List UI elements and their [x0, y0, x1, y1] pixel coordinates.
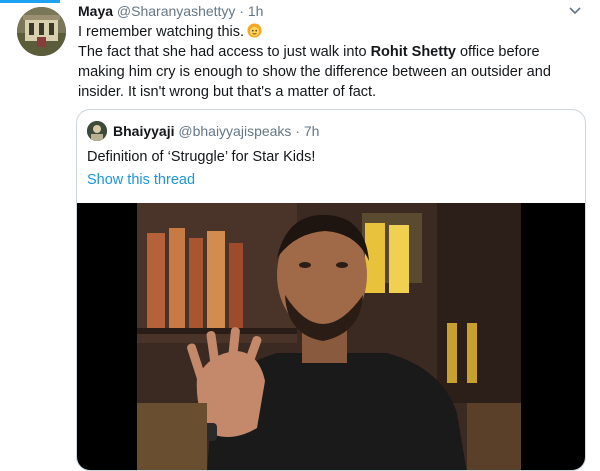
- author-name[interactable]: Maya: [78, 3, 113, 19]
- tweet-text: I remember watching this. The fact that …: [78, 22, 583, 102]
- emoji-icon: [247, 23, 262, 38]
- tweet-header: Maya @Sharanyashettyy · 1h: [78, 2, 583, 21]
- separator: ·: [239, 3, 244, 19]
- mention-bold: Rohit Shetty: [370, 44, 456, 60]
- quoted-avatar[interactable]: [87, 121, 107, 141]
- video-player[interactable]: [77, 203, 585, 470]
- quoted-tweet-text: Definition of ‘Struggle’ for Star Kids!: [87, 149, 316, 165]
- tweet-line-1: I remember watching this.: [78, 24, 245, 40]
- quoted-author-name[interactable]: Bhaiyyaji: [113, 123, 174, 139]
- tweet-text-part-1: The fact that she had access to just wal…: [78, 44, 371, 60]
- video-still-image: [137, 203, 521, 470]
- tweet-time[interactable]: 1h: [248, 3, 264, 19]
- tweet-paragraph: The fact that she had access to just wal…: [78, 42, 583, 102]
- quoted-tweet-card[interactable]: Bhaiyyaji @bhaiyyajispeaks · 7h Definiti…: [76, 109, 586, 471]
- tweet: Maya @Sharanyashettyy · 1h I remember wa…: [78, 2, 583, 102]
- top-accent-bar: [0, 0, 60, 3]
- chevron-down-icon[interactable]: [567, 4, 583, 18]
- quoted-tweet-header: Bhaiyyaji @bhaiyyajispeaks · 7h: [87, 121, 319, 141]
- avatar[interactable]: [17, 7, 66, 56]
- author-handle[interactable]: @Sharanyashettyy: [117, 3, 236, 19]
- avatar-image: [17, 7, 66, 56]
- quoted-author-handle[interactable]: @bhaiyyajispeaks: [178, 123, 291, 139]
- quoted-avatar-image: [87, 121, 107, 141]
- show-thread-link[interactable]: Show this thread: [87, 170, 195, 190]
- video-frame: [137, 203, 521, 470]
- quoted-time[interactable]: 7h: [304, 123, 320, 139]
- quoted-separator: ·: [295, 123, 300, 139]
